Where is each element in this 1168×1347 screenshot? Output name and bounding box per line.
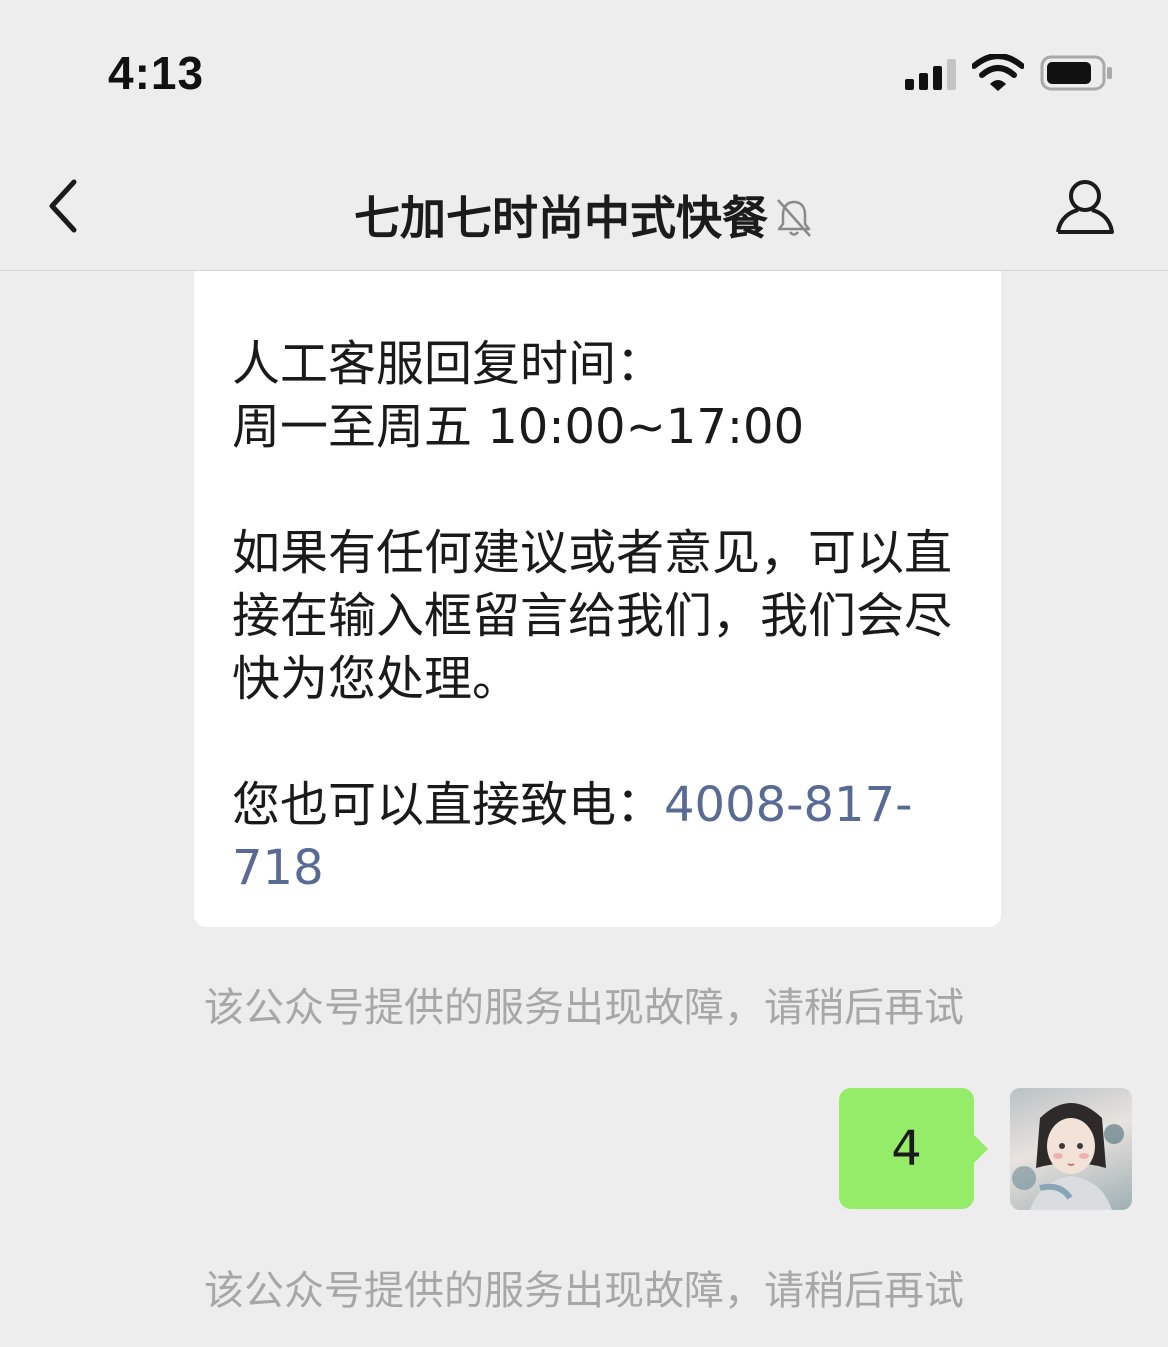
cellular-signal-icon — [905, 58, 961, 90]
call-prefix: 您也可以直接致电： — [232, 777, 665, 833]
feedback-paragraph: 如果有任何建议或者意见，可以直接在输入框留言给我们，我们会尽快为您处理。 — [232, 525, 953, 707]
person-icon[interactable] — [1054, 176, 1116, 236]
status-time: 4:13 — [108, 47, 205, 99]
user-message-text: 4 — [891, 1120, 922, 1177]
bell-off-icon — [777, 199, 811, 237]
wifi-icon — [972, 54, 1024, 91]
service-message-text: 人工客服回复时间： 周一至周五 10:00~17:00 如果有任何建议或者意见，… — [232, 333, 972, 900]
battery-icon — [1040, 55, 1112, 91]
system-notice: 该公众号提供的服务出现故障，请稍后再试 — [204, 1268, 964, 1314]
avatar-illustration — [1012, 1103, 1124, 1210]
service-hours-value: 周一至周五 10:00~17:00 — [232, 399, 805, 455]
chat-header: 七加七时尚中式快餐 — [0, 140, 1168, 271]
user-message-bubble[interactable]: 4 — [839, 1088, 974, 1209]
chat-title: 七加七时尚中式快餐 — [0, 182, 1168, 248]
bubble-tail — [972, 1133, 988, 1165]
service-hours-title: 人工客服回复时间： — [232, 336, 665, 392]
system-notice: 该公众号提供的服务出现故障，请稍后再试 — [204, 985, 964, 1031]
status-bar: 4:13 — [0, 0, 1168, 140]
avatar[interactable] — [1010, 1088, 1132, 1210]
service-message-card: 人工客服回复时间： 周一至周五 10:00~17:00 如果有任何建议或者意见，… — [194, 271, 1001, 927]
call-line: 您也可以直接致电：4008-817-718 — [232, 774, 972, 900]
chat-title-text: 七加七时尚中式快餐 — [354, 191, 768, 245]
